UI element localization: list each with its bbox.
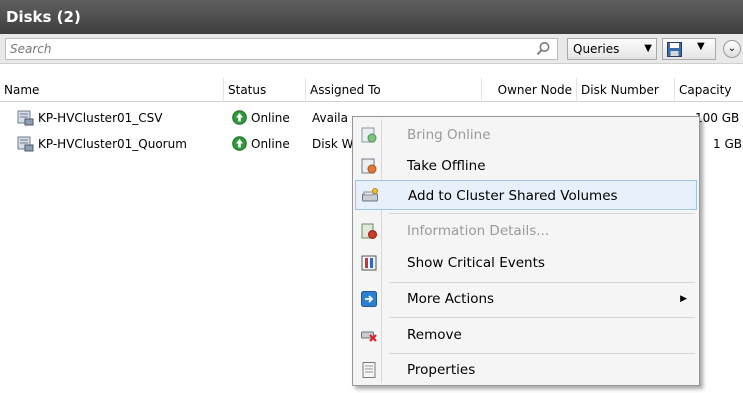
remove-icon [361,331,377,342]
menu-item-information-details[interactable]: Information Details... [355,216,697,246]
assigned-to: Availa [312,111,348,125]
more-actions-icon [361,291,377,307]
disk-icon [17,110,34,126]
status-cell: Online [232,132,306,156]
menu-separator [389,282,695,283]
expand-chevron-icon[interactable]: ⌄ [723,40,741,58]
info-details-icon [361,223,377,239]
menu-item-label: Show Critical Events [407,255,545,271]
column-header-row: Name Status Assigned To Owner Node Disk … [0,78,743,102]
menu-item-more-actions[interactable]: More Actions ▶ [355,284,697,314]
menu-item-bring-online[interactable]: Bring Online [355,120,697,150]
panel-title: Disks (2) [0,0,743,34]
column-header-disk-number[interactable]: Disk Number [577,78,675,102]
menu-item-label: Remove [407,327,462,343]
bring-online-icon [361,127,377,143]
menu-item-label: Information Details... [407,223,550,239]
context-menu: Bring Online Take Offline Add to Cluster… [352,116,700,386]
assigned-to: Disk W [312,137,352,151]
search-box[interactable] [5,38,558,60]
menu-separator [389,317,695,318]
column-header-name[interactable]: Name [0,78,224,102]
capacity: 1 GB [713,137,742,151]
queries-label: Queries [573,42,620,56]
menu-separator [389,353,695,354]
online-icon [232,136,247,151]
properties-icon [362,362,376,378]
column-header-owner-node[interactable]: Owner Node [482,78,577,102]
menu-item-remove[interactable]: Remove [355,320,697,350]
disk-icon [17,136,34,152]
menu-item-add-to-csv[interactable]: Add to Cluster Shared Volumes [355,180,697,210]
toolbar: Queries ▼ ▼ ⌄ [0,34,743,64]
search-input[interactable] [6,39,526,59]
menu-item-label: Take Offline [407,158,486,174]
status-text: Online [251,111,290,125]
column-header-status[interactable]: Status [224,78,306,102]
menu-separator [389,213,695,214]
menu-item-take-offline[interactable]: Take Offline [355,151,697,181]
capacity: 100 GB [695,111,740,125]
menu-item-label: Add to Cluster Shared Volumes [408,188,618,204]
online-icon [232,110,247,125]
search-icon[interactable] [535,41,551,57]
chevron-down-icon: ▼ [644,43,652,54]
status-text: Online [251,137,290,151]
critical-events-icon [361,255,377,271]
menu-item-label: Bring Online [407,127,491,143]
menu-item-properties[interactable]: Properties [355,355,697,385]
submenu-arrow-icon: ▶ [680,294,687,304]
menu-item-label: More Actions [407,291,495,307]
menu-item-show-critical-events[interactable]: Show Critical Events [355,248,697,278]
save-query-button[interactable]: ▼ [662,38,716,60]
take-offline-icon [361,158,377,174]
disk-name: KP-HVCluster01_Quorum [38,137,187,151]
chevron-down-icon: ▼ [697,41,705,52]
disk-name: KP-HVCluster01_CSV [38,111,163,125]
status-cell: Online [232,106,306,130]
queries-button[interactable]: Queries ▼ [567,38,657,60]
menu-item-label: Properties [407,362,476,378]
save-icon [667,42,682,57]
column-header-assigned-to[interactable]: Assigned To [306,78,482,102]
column-header-capacity[interactable]: Capacity [675,78,743,102]
add-csv-icon [362,188,378,202]
